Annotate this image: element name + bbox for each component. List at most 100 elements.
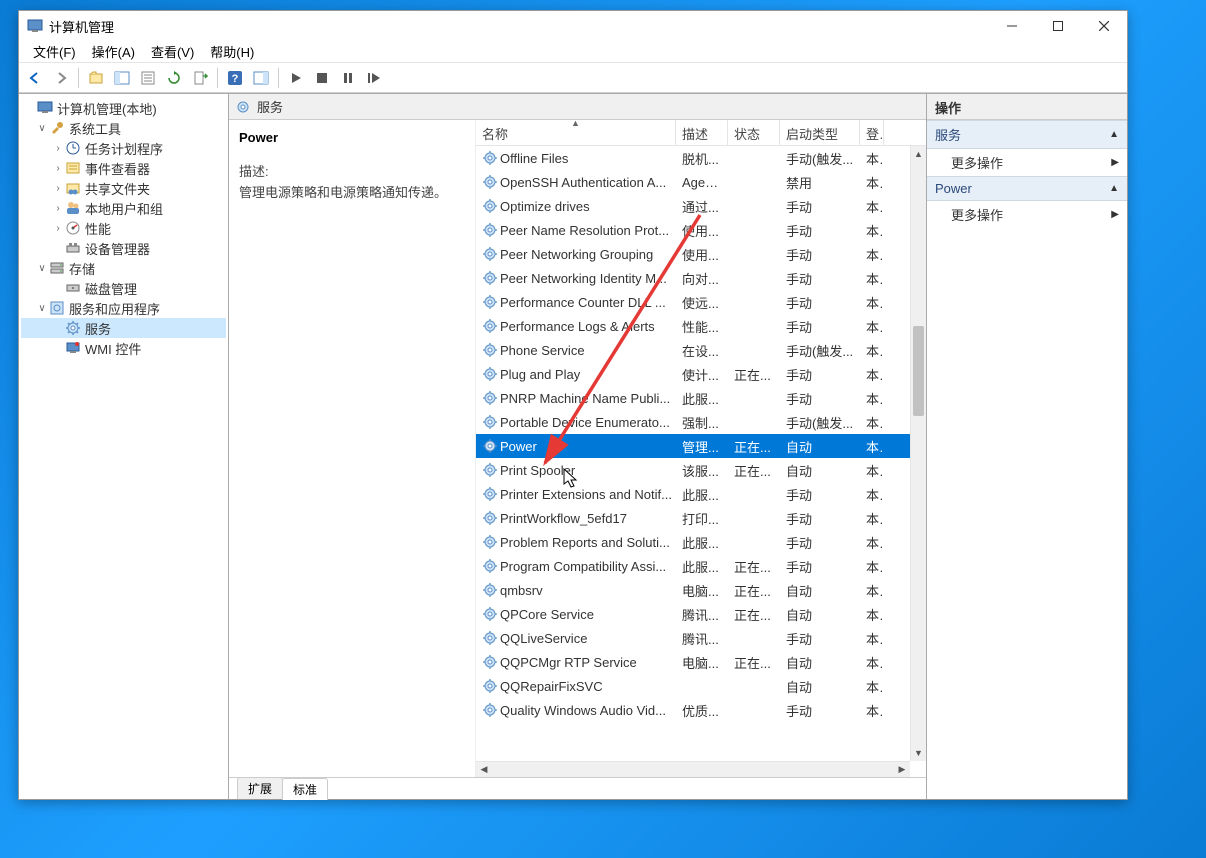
tree-wmi-control[interactable]: WMI 控件: [21, 338, 226, 358]
vertical-scrollbar[interactable]: ▲ ▼: [910, 146, 926, 761]
service-row[interactable]: QQLiveService腾讯...手动本: [476, 626, 910, 650]
scroll-down-arrow[interactable]: ▼: [911, 745, 926, 761]
maximize-button[interactable]: [1035, 11, 1081, 41]
expander-icon[interactable]: ›: [51, 181, 65, 195]
action-group-services[interactable]: 服务 ▲: [927, 120, 1127, 149]
tab-standard[interactable]: 标准: [282, 778, 328, 800]
expander-icon[interactable]: ›: [51, 201, 65, 215]
show-hide-action-pane-button[interactable]: [249, 66, 273, 90]
column-description[interactable]: 描述: [676, 120, 728, 145]
service-row[interactable]: Optimize drives通过...手动本: [476, 194, 910, 218]
column-name[interactable]: ▲ 名称: [476, 120, 676, 145]
service-row[interactable]: Offline Files脱机...手动(触发...本: [476, 146, 910, 170]
horizontal-scrollbar[interactable]: ◀ ▶: [476, 761, 910, 777]
column-status[interactable]: 状态: [728, 120, 780, 145]
expander-icon[interactable]: ›: [51, 141, 65, 155]
menu-action[interactable]: 操作(A): [84, 40, 143, 63]
properties-button[interactable]: [136, 66, 160, 90]
tree-performance[interactable]: › 性能: [21, 218, 226, 238]
show-hide-console-tree-button[interactable]: [110, 66, 134, 90]
service-row[interactable]: Problem Reports and Soluti...此服...手动本: [476, 530, 910, 554]
menu-file[interactable]: 文件(F): [25, 40, 84, 63]
expander-icon[interactable]: [51, 241, 65, 255]
service-row[interactable]: Plug and Play使计...正在...手动本: [476, 362, 910, 386]
tree-shared-folders[interactable]: › 共享文件夹: [21, 178, 226, 198]
gear-icon: [482, 294, 498, 310]
expander-icon[interactable]: ∨: [35, 261, 49, 275]
help-button[interactable]: ?: [223, 66, 247, 90]
stop-service-button[interactable]: [310, 66, 334, 90]
menu-help[interactable]: 帮助(H): [202, 40, 262, 63]
tree-root[interactable]: 计算机管理(本地): [21, 98, 226, 118]
service-row[interactable]: QQRepairFixSVC自动本: [476, 674, 910, 698]
export-button[interactable]: [188, 66, 212, 90]
service-row[interactable]: Program Compatibility Assi...此服...正在...手…: [476, 554, 910, 578]
scroll-up-arrow[interactable]: ▲: [911, 146, 926, 162]
expander-icon[interactable]: [23, 101, 37, 115]
forward-button[interactable]: [49, 66, 73, 90]
tree-services[interactable]: 服务: [21, 318, 226, 338]
service-row[interactable]: Performance Counter DLL ...使远...手动本: [476, 290, 910, 314]
service-row[interactable]: Peer Name Resolution Prot...使用...手动本: [476, 218, 910, 242]
service-row[interactable]: Peer Networking Identity M...向对...手动本: [476, 266, 910, 290]
action-more-services[interactable]: 更多操作 ▶: [927, 149, 1127, 176]
tree-device-manager[interactable]: 设备管理器: [21, 238, 226, 258]
service-row[interactable]: PNRP Machine Name Publi...此服...手动本: [476, 386, 910, 410]
tree-local-users[interactable]: › 本地用户和组: [21, 198, 226, 218]
pause-service-button[interactable]: [336, 66, 360, 90]
service-row[interactable]: QQPCMgr RTP Service电脑...正在...自动本: [476, 650, 910, 674]
service-row[interactable]: OpenSSH Authentication A...Agen...禁用本: [476, 170, 910, 194]
tab-extended[interactable]: 扩展: [237, 777, 283, 799]
close-button[interactable]: [1081, 11, 1127, 41]
service-logon: 本: [860, 221, 884, 240]
scroll-right-arrow[interactable]: ▶: [894, 762, 910, 777]
tree-task-scheduler[interactable]: › 任务计划程序: [21, 138, 226, 158]
service-description: 此服...: [676, 389, 728, 408]
tree-services-and-apps[interactable]: ∨ 服务和应用程序: [21, 298, 226, 318]
service-row[interactable]: qmbsrv电脑...正在...自动本: [476, 578, 910, 602]
service-description: 脱机...: [676, 149, 728, 168]
scroll-left-arrow[interactable]: ◀: [476, 762, 492, 777]
service-logon: 本: [860, 245, 884, 264]
expander-icon[interactable]: ›: [51, 161, 65, 175]
column-logon[interactable]: 登: [860, 120, 884, 145]
expander-icon[interactable]: [51, 341, 65, 355]
minimize-button[interactable]: [989, 11, 1035, 41]
menu-view[interactable]: 查看(V): [143, 40, 202, 63]
service-row[interactable]: Power管理...正在...自动本: [476, 434, 910, 458]
toolbar: ?: [19, 63, 1127, 93]
tree-event-viewer[interactable]: › 事件查看器: [21, 158, 226, 178]
start-service-button[interactable]: [284, 66, 308, 90]
column-startup-type[interactable]: 启动类型: [780, 120, 860, 145]
service-row[interactable]: Quality Windows Audio Vid...优质...手动本: [476, 698, 910, 722]
expander-icon[interactable]: ∨: [35, 121, 49, 135]
refresh-button[interactable]: [162, 66, 186, 90]
service-row[interactable]: Print Spooler该服...正在...自动本: [476, 458, 910, 482]
expander-icon[interactable]: ›: [51, 221, 65, 235]
expander-icon[interactable]: [51, 321, 65, 335]
mmc-window: 计算机管理 文件(F) 操作(A) 查看(V) 帮助(H): [18, 10, 1128, 800]
up-button[interactable]: [84, 66, 108, 90]
list-body[interactable]: Offline Files脱机...手动(触发...本OpenSSH Authe…: [476, 146, 926, 777]
action-more-power[interactable]: 更多操作 ▶: [927, 201, 1127, 228]
service-row[interactable]: PrintWorkflow_5efd17打印...手动本: [476, 506, 910, 530]
back-button[interactable]: [23, 66, 47, 90]
service-row[interactable]: Phone Service在设...手动(触发...本: [476, 338, 910, 362]
service-row[interactable]: Peer Networking Grouping使用...手动本: [476, 242, 910, 266]
service-row[interactable]: Portable Device Enumerato...强制...手动(触发..…: [476, 410, 910, 434]
clock-icon: [65, 140, 81, 156]
service-row[interactable]: QPCore Service腾讯...正在...自动本: [476, 602, 910, 626]
tree-pane[interactable]: 计算机管理(本地) ∨ 系统工具 › 任务计划程序 › 事件查看器: [19, 94, 229, 799]
scroll-thumb[interactable]: [913, 326, 924, 416]
expander-icon[interactable]: [51, 281, 65, 295]
storage-icon: [49, 260, 65, 276]
action-group-power[interactable]: Power ▲: [927, 176, 1127, 201]
tree-storage[interactable]: ∨ 存储: [21, 258, 226, 278]
tree-system-tools[interactable]: ∨ 系统工具: [21, 118, 226, 138]
service-row[interactable]: Performance Logs & Alerts性能...手动本: [476, 314, 910, 338]
service-row[interactable]: Printer Extensions and Notif...此服...手动本: [476, 482, 910, 506]
restart-service-button[interactable]: [362, 66, 386, 90]
expander-icon[interactable]: ∨: [35, 301, 49, 315]
tree-disk-management[interactable]: 磁盘管理: [21, 278, 226, 298]
service-startup-type: 禁用: [780, 173, 860, 192]
